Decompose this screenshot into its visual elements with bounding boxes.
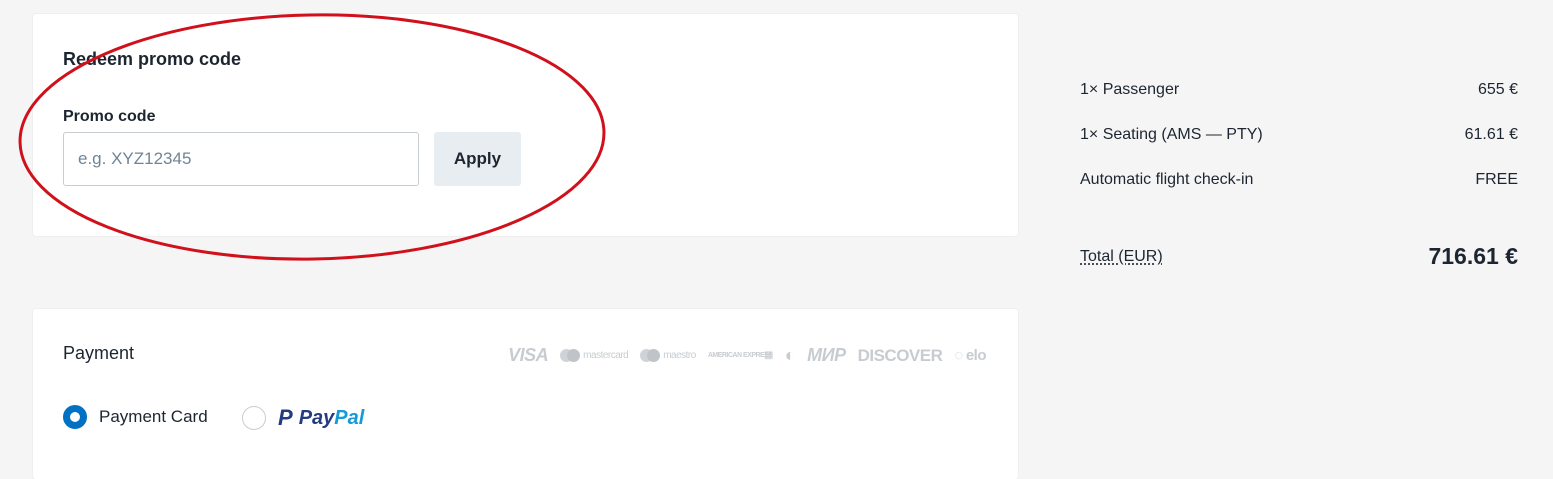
total-label[interactable]: Total (EUR) <box>1080 248 1163 266</box>
paypal-pay-text: Pay <box>298 406 335 429</box>
payment-card-radio[interactable] <box>63 405 87 429</box>
payment-card: Payment VISA mastercard maestro AMERICAN… <box>33 309 1018 479</box>
card-logos: VISA mastercard maestro AMERICAN EXPRESS… <box>508 345 986 366</box>
mir-logo: МИР <box>807 345 846 365</box>
paypal-logo: P PayPal <box>278 405 364 431</box>
apply-button[interactable]: Apply <box>434 132 521 186</box>
summary-row: Automatic flight check-in FREE <box>1080 171 1518 189</box>
summary-row-label: 1× Passenger <box>1080 81 1180 98</box>
diners-logo: ◐ <box>784 345 796 365</box>
payment-title: Payment <box>63 343 135 363</box>
elo-icon: ◌ <box>954 347 963 364</box>
maestro-icon <box>640 349 661 362</box>
summary-row-label: 1× Seating (AMS — PTY) <box>1080 126 1263 143</box>
payment-card-option[interactable]: Payment Card <box>63 405 208 429</box>
total-row: Total (EUR) 716.61 € <box>1080 243 1518 270</box>
summary-row: 1× Passenger 655 € <box>1080 81 1518 99</box>
summary-row-label: Automatic flight check-in <box>1080 171 1254 188</box>
mastercard-icon <box>560 349 581 362</box>
amex-logo: AMERICAN EXPRESS <box>707 352 773 359</box>
paypal-radio[interactable] <box>242 406 266 430</box>
visa-logo: VISA <box>508 345 549 365</box>
promo-code-input[interactable] <box>63 132 419 186</box>
paypal-icon: P <box>278 405 293 430</box>
total-value: 716.61 € <box>1428 243 1518 269</box>
mastercard-logo: mastercard <box>560 349 629 362</box>
discover-logo: DISCOVER <box>857 345 943 365</box>
payment-card-label: Payment Card <box>99 407 208 426</box>
elo-logo: ◌ elo <box>954 347 986 364</box>
elo-text: elo <box>965 347 987 364</box>
jcb-logo: ▦ <box>763 350 773 361</box>
paypal-option[interactable]: P PayPal <box>242 405 364 431</box>
summary-row: 1× Seating (AMS — PTY) 61.61 € <box>1080 126 1518 144</box>
summary-row-value: 655 € <box>1477 81 1518 98</box>
maestro-logo: maestro <box>640 349 696 362</box>
summary-row-value: FREE <box>1475 171 1518 188</box>
maestro-text: maestro <box>663 350 696 361</box>
summary-row-value: 61.61 € <box>1464 126 1518 143</box>
mastercard-text: mastercard <box>583 350 629 361</box>
promo-code-label: Promo code <box>63 108 156 125</box>
promo-code-card: Redeem promo code Promo code Apply <box>33 14 1018 236</box>
promo-title: Redeem promo code <box>63 49 242 69</box>
paypal-pal-text: Pal <box>334 406 365 429</box>
